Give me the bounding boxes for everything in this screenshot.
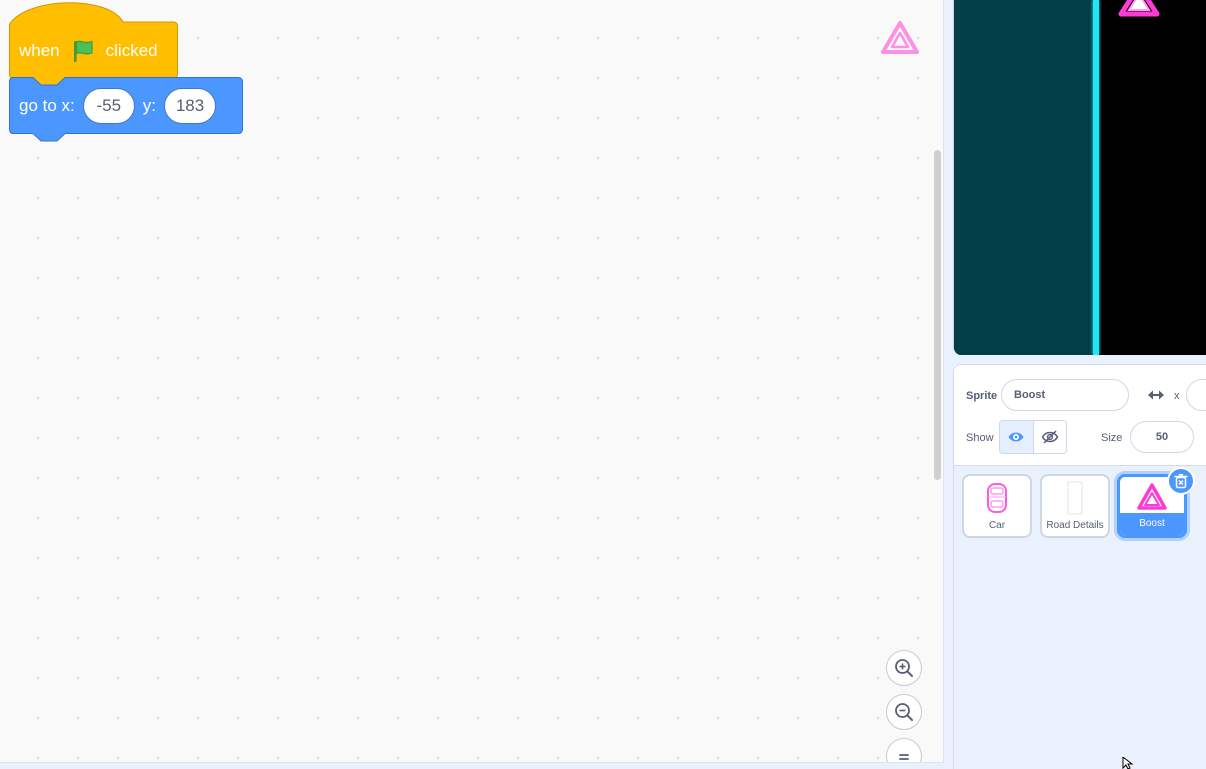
- horizontal-arrows-icon: [1148, 390, 1164, 400]
- workspace-scrollbar[interactable]: [934, 150, 941, 480]
- sprite-info-panel: Sprite Boost x Show Size 50: [953, 364, 1206, 466]
- road-details-sprite-icon: [1067, 481, 1083, 515]
- road-details-thumbnail: [1042, 480, 1108, 516]
- sprite-name-label: Sprite: [966, 390, 998, 402]
- size-input[interactable]: 50: [1130, 421, 1194, 453]
- mouse-cursor-icon: [1122, 757, 1134, 769]
- green-flag-icon: [73, 40, 93, 62]
- stage[interactable]: [953, 0, 1206, 355]
- sprite-tile-car[interactable]: Car: [962, 474, 1032, 538]
- clicked-label: clicked: [105, 41, 158, 60]
- zoom-in-button[interactable]: [886, 650, 922, 686]
- show-label: Show: [966, 432, 994, 444]
- when-label: when: [19, 41, 60, 60]
- sprite-tile-label: Road Details: [1046, 520, 1104, 531]
- hide-sprite-button[interactable]: [1032, 421, 1067, 453]
- go-to-x-label: go to x:: [19, 96, 75, 115]
- car-sprite-icon: [987, 483, 1007, 513]
- sprite-tile-road-details[interactable]: Road Details: [1040, 474, 1110, 538]
- code-workspace[interactable]: when clicked go to x: -55 y: 183: [0, 0, 944, 763]
- sprite-name-input[interactable]: Boost: [1001, 379, 1129, 411]
- motion-block-content: go to x: -55 y: 183: [19, 77, 216, 135]
- current-sprite-watermark-icon: [881, 21, 919, 54]
- sprite-tile-label: Boost: [1120, 513, 1184, 535]
- show-sprite-button[interactable]: [1000, 421, 1033, 453]
- y-label: y:: [142, 96, 156, 115]
- boost-sprite-on-stage-icon[interactable]: [1117, 0, 1161, 18]
- go-to-xy-block[interactable]: go to x: -55 y: 183: [9, 77, 244, 145]
- zoom-in-icon: [895, 659, 913, 677]
- x-position-label: x: [1174, 390, 1180, 402]
- visibility-toggle-group: [999, 420, 1067, 454]
- eye-crossed-icon: [1041, 430, 1059, 444]
- sprite-tile-label: Car: [988, 520, 1006, 531]
- zoom-out-icon: [895, 703, 913, 721]
- x-value-input[interactable]: -55: [82, 88, 135, 124]
- sprite-list-panel: Car Road Details Boost: [953, 466, 1206, 769]
- eye-icon: [1008, 432, 1024, 442]
- delete-sprite-button[interactable]: [1167, 467, 1195, 495]
- zoom-out-button[interactable]: [886, 694, 922, 730]
- x-position-input[interactable]: [1186, 379, 1206, 411]
- trash-icon: [1174, 474, 1188, 489]
- hat-block-content: when clicked: [19, 32, 158, 70]
- boost-sprite-icon: [1137, 483, 1167, 510]
- y-value-input[interactable]: 183: [164, 88, 216, 124]
- stage-road-shoulder: [954, 0, 1093, 355]
- zoom-reset-icon: [899, 754, 909, 760]
- zoom-reset-button[interactable]: [886, 738, 922, 762]
- car-thumbnail: [964, 480, 1030, 516]
- stage-neon-lane-line: [1093, 0, 1099, 355]
- workspace-bottom-strip: [0, 763, 944, 769]
- size-label: Size: [1101, 432, 1123, 444]
